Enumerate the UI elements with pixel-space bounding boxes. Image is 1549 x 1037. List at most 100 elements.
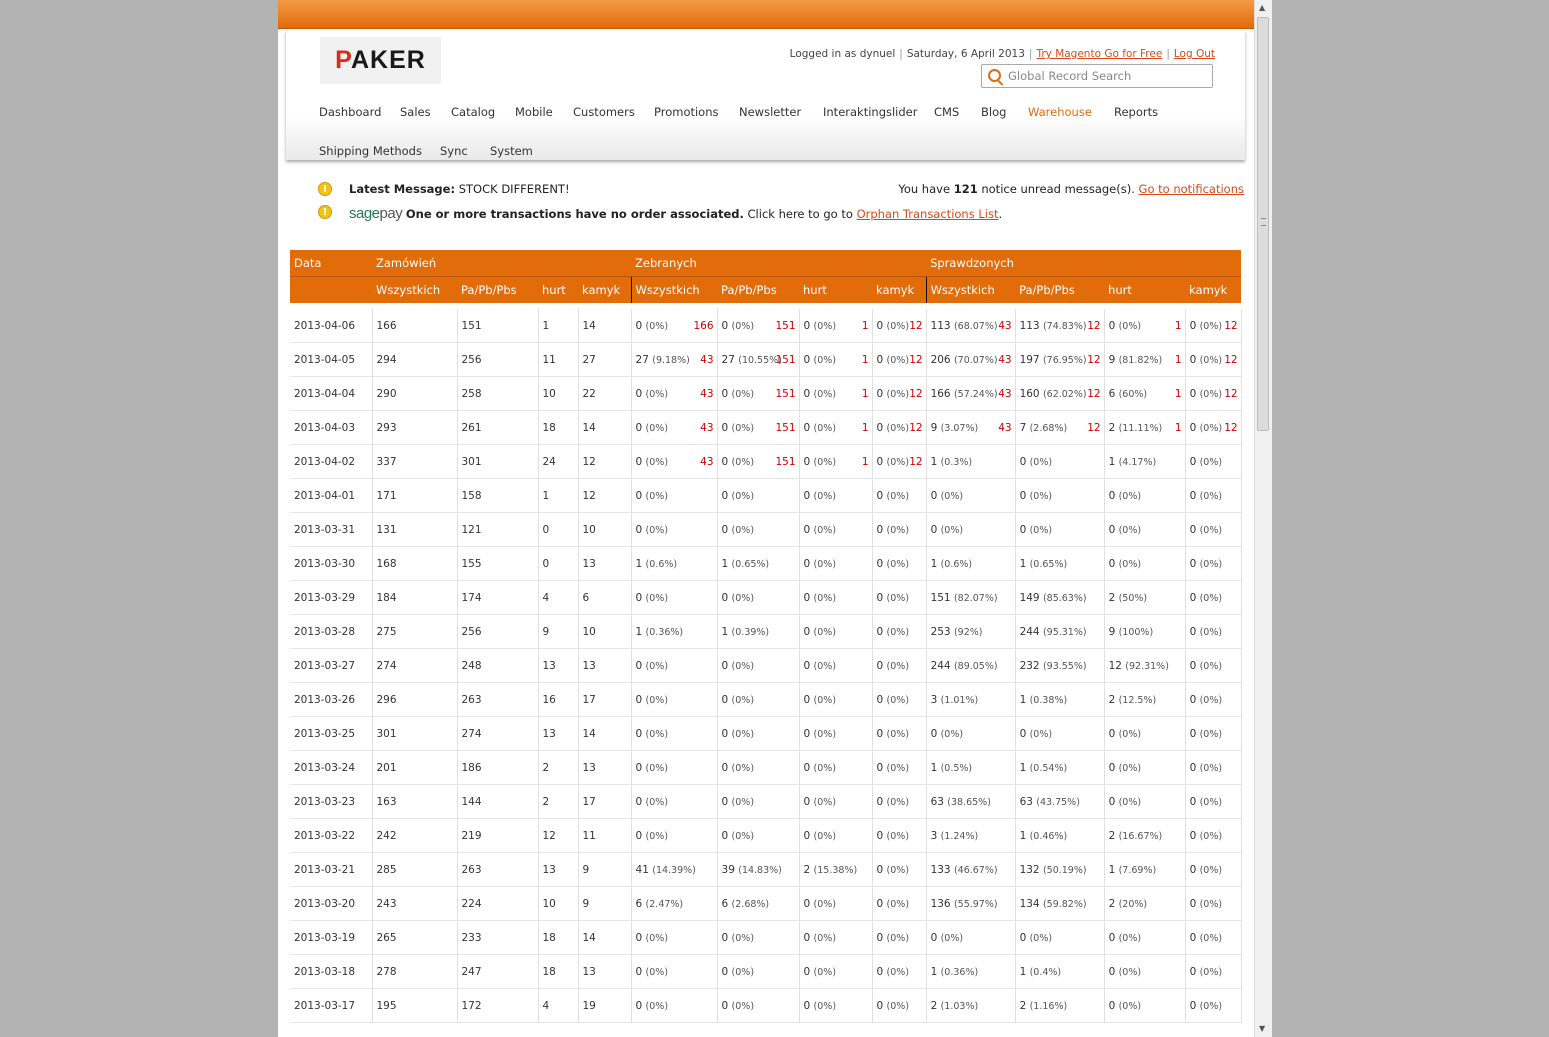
stat-percent: (0.4%): [1029, 966, 1062, 978]
cell-stat: 0 (0%): [925, 512, 1016, 547]
nav-item-blog[interactable]: Blog: [981, 105, 1006, 119]
search-icon: [988, 69, 1001, 82]
nav-item-sales[interactable]: Sales: [400, 105, 431, 119]
stat-count: 0: [1189, 863, 1197, 876]
cell-orders: 13: [538, 648, 579, 683]
cell-stat: 0 (0%): [799, 648, 873, 683]
cell-stat: 6 (2.47%): [630, 886, 718, 921]
cell-stat: 0 (0%): [872, 580, 927, 615]
stat-count: 0: [1189, 897, 1197, 910]
go-to-notifications-link[interactable]: Go to notifications: [1139, 182, 1244, 196]
nav-item-customers[interactable]: Customers: [573, 105, 635, 119]
global-search-box[interactable]: [981, 64, 1213, 88]
cell-stat: 43 113 (68.07%): [925, 309, 1016, 343]
stat-percent: (2.68%): [731, 898, 770, 910]
stat-count: 0: [721, 999, 729, 1012]
stat-percent: (0%): [940, 490, 964, 502]
stat-percent: (0%): [731, 694, 755, 706]
stat-percent: (0%): [813, 966, 837, 978]
stat-count: 0: [803, 591, 811, 604]
nav-item-mobile[interactable]: Mobile: [515, 105, 553, 119]
stat-count: 0: [721, 387, 729, 400]
cell-stat: 0 (0%): [872, 954, 927, 989]
nav-item-interaktingslider[interactable]: Interaktingslider: [823, 105, 917, 119]
cell-stat: 0 (0%): [1185, 682, 1242, 717]
stat-count: 0: [1189, 795, 1197, 808]
cell-stat: 136 (55.97%): [925, 886, 1016, 921]
logout-link[interactable]: Log Out: [1174, 48, 1215, 60]
stat-count: 0: [876, 727, 884, 740]
stat-count: 2: [930, 999, 938, 1012]
cell-stat: 1 (0.6%): [630, 546, 718, 581]
scroll-down-arrow-icon[interactable]: ▼: [1259, 1024, 1265, 1033]
stat-count: 0: [1108, 999, 1116, 1012]
global-search-input[interactable]: [1008, 68, 1203, 84]
cell-stat: 1 (0.54%): [1015, 750, 1105, 785]
cell-stat: 1 9 (81.82%): [1104, 342, 1186, 377]
cell-stat: 63 (38.65%): [925, 784, 1016, 819]
scrollbar-thumb[interactable]: [1257, 17, 1269, 431]
nav-item-warehouse[interactable]: Warehouse: [1028, 105, 1092, 119]
nav-row-2-background: [286, 116, 1245, 160]
nav-item-reports[interactable]: Reports: [1114, 105, 1158, 119]
nav-item-newsletter[interactable]: Newsletter: [739, 105, 801, 119]
stat-count: 0: [876, 931, 884, 944]
cell-orders: 10: [578, 614, 632, 649]
cell-stat: 0 (0%): [925, 920, 1016, 955]
stat-count: 0: [803, 965, 811, 978]
stat-percent: (0%): [645, 524, 669, 536]
try-magento-link[interactable]: Try Magento Go for Free: [1036, 48, 1162, 60]
stat-percent: (0%): [813, 626, 837, 638]
cell-orders: 131: [372, 512, 458, 547]
stat-percent: (0%): [1199, 830, 1223, 842]
cell-stat: 1 (7.69%): [1104, 852, 1186, 887]
nav-item-dashboard[interactable]: Dashboard: [319, 105, 381, 119]
cell-stat: 12 (92.31%): [1104, 648, 1186, 683]
stat-count: 0: [635, 999, 643, 1012]
stat-count: 0: [635, 931, 643, 944]
stat-percent: (0%): [813, 898, 837, 910]
cell-date: 2013-03-19: [290, 920, 373, 955]
paker-logo[interactable]: PAKER: [320, 37, 441, 84]
stat-percent: (0.36%): [645, 626, 684, 638]
table-row: 2013-03-20 243 224 10 9 6 (2.47%) 6 (2.68%) 0 (…: [290, 886, 1242, 921]
cell-stat: 41 (14.39%): [630, 852, 718, 887]
nav-item-cms[interactable]: CMS: [934, 105, 959, 119]
stat-count: 9: [1108, 625, 1116, 638]
stat-count: 1: [930, 965, 938, 978]
stat-percent: (46.67%): [953, 864, 998, 876]
cell-orders: 290: [372, 376, 458, 411]
stat-count: 3: [930, 693, 938, 706]
stat-percent: (38.65%): [947, 796, 991, 808]
nav-item-catalog[interactable]: Catalog: [451, 105, 495, 119]
cell-stat: 253 (92%): [925, 614, 1016, 649]
cell-stat: 0 (0%): [1185, 886, 1242, 921]
cell-orders: 247: [457, 954, 539, 989]
stat-percent: (0%): [1199, 320, 1223, 332]
cell-stat: 0 (0%): [1185, 920, 1242, 955]
stat-count: 0: [803, 625, 811, 638]
cell-orders: 9: [578, 852, 632, 887]
cell-orders: 18: [538, 410, 579, 445]
nav-item-promotions[interactable]: Promotions: [654, 105, 719, 119]
nav-item-shipping-methods[interactable]: Shipping Methods: [319, 144, 422, 158]
cell-orders: 151: [457, 309, 539, 343]
stat-count: 2: [803, 863, 811, 876]
stat-percent: (0%): [731, 490, 755, 502]
stat-percent: (1.03%): [940, 1000, 979, 1012]
cell-stat: 0 (0%): [717, 784, 800, 819]
cell-stat: 0 (0%): [872, 512, 927, 547]
vertical-scrollbar[interactable]: ▲ ▼: [1254, 0, 1272, 1037]
cell-orders: 24: [538, 444, 579, 479]
stat-total-red: 12: [1087, 353, 1101, 366]
stat-count: 9: [1108, 353, 1116, 366]
latest-message-label: Latest Message:: [349, 182, 456, 196]
scroll-up-arrow-icon[interactable]: ▲: [1259, 3, 1265, 12]
stat-percent: (14.39%): [652, 864, 696, 876]
orphan-transactions-link[interactable]: Orphan Transactions List: [857, 207, 999, 221]
nav-item-sync[interactable]: Sync: [440, 144, 468, 158]
stat-count: 136: [930, 897, 951, 910]
nav-item-system[interactable]: System: [490, 144, 533, 158]
stat-count: 41: [635, 863, 649, 876]
column-header: Wszystkich: [372, 276, 457, 303]
